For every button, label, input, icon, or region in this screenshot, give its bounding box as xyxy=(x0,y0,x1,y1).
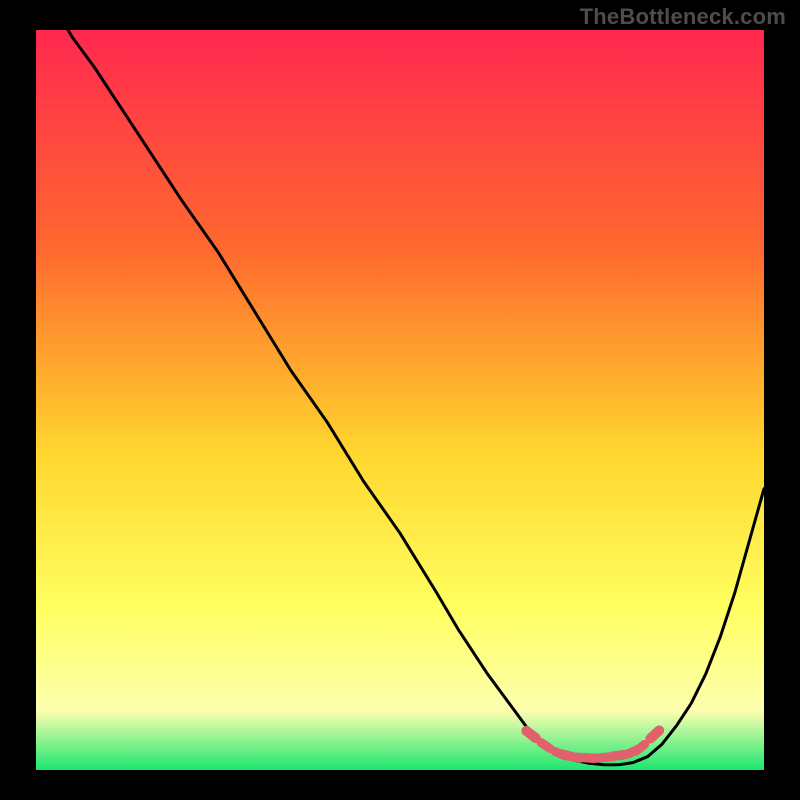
chart-svg xyxy=(36,30,764,770)
flat-dash xyxy=(636,744,645,751)
chart-frame: TheBottleneck.com xyxy=(0,0,800,800)
flat-dash xyxy=(650,730,659,738)
watermark-text: TheBottleneck.com xyxy=(580,4,786,30)
plot-area xyxy=(36,30,764,770)
flat-dash xyxy=(526,731,536,738)
gradient-background xyxy=(36,30,764,770)
flat-dash xyxy=(541,743,550,749)
